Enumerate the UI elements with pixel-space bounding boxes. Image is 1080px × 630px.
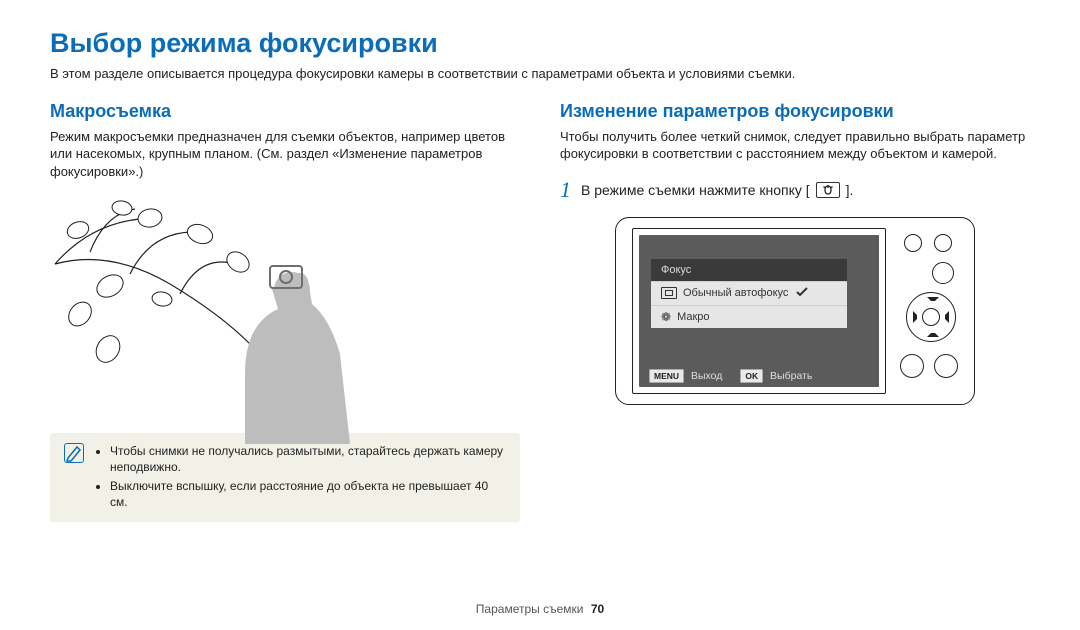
page-number: 70 (591, 602, 604, 616)
step-1: 1 В режиме съемки нажмите кнопку [ ]. (560, 177, 1030, 203)
screen-bg: Фокус Обычный автофокус ❁ (639, 235, 879, 387)
macro-illustration (50, 194, 520, 409)
step-number: 1 (560, 177, 571, 203)
macro-button-icon (816, 182, 840, 198)
focus-menu: Фокус Обычный автофокус ❁ (651, 259, 847, 328)
dpad-down-icon (927, 329, 939, 337)
menu-item-auto: Обычный автофокус (651, 281, 847, 305)
dpad-center (922, 308, 940, 326)
col-right: Изменение параметров фокусировки Чтобы п… (560, 101, 1030, 522)
camera-illustration: Фокус Обычный автофокус ❁ (560, 217, 1030, 405)
note-item: Выключите вспышку, если расстояние до об… (110, 478, 506, 510)
page-footer: Параметры съемки 70 (0, 602, 1080, 616)
heading-focus-params: Изменение параметров фокусировки (560, 101, 1030, 122)
person-silhouette-icon (200, 264, 360, 444)
footer-exit: MENU Выход (649, 370, 722, 382)
intro-text: В этом разделе описывается процедура фок… (50, 65, 1030, 83)
control-button (904, 234, 922, 252)
footer-select: OK Выбрать (740, 370, 812, 382)
control-button (934, 234, 952, 252)
macro-icon: ❁ (661, 311, 671, 323)
page-title: Выбор режима фокусировки (50, 28, 1030, 59)
screen-footer: MENU Выход OK Выбрать (639, 365, 879, 387)
menu-item-macro: ❁ Макро (651, 305, 847, 328)
step-text-before: В режиме съемки нажмите кнопку [ (581, 182, 810, 198)
check-icon (796, 287, 808, 300)
menu-item-label: Макро (677, 311, 709, 323)
footer-section-label: Параметры съемки (476, 602, 584, 616)
focus-body: Чтобы получить более четкий снимок, след… (560, 128, 1030, 163)
macro-body: Режим макросъемки предназначен для съемк… (50, 128, 520, 181)
camera-screen: Фокус Обычный автофокус ❁ (632, 228, 886, 394)
menu-title: Фокус (651, 259, 847, 281)
footer-exit-label: Выход (691, 370, 722, 382)
heading-macro: Макросъемка (50, 101, 520, 122)
footer-select-label: Выбрать (770, 370, 812, 382)
dpad-right-icon (941, 311, 949, 323)
control-button (932, 262, 954, 284)
note-item: Чтобы снимки не получались размытыми, ст… (110, 443, 506, 475)
ok-tag: OK (740, 369, 763, 383)
dpad (906, 292, 956, 342)
step-text-after: ]. (846, 182, 854, 198)
menu-item-label: Обычный автофокус (683, 287, 788, 299)
dpad-left-icon (913, 311, 921, 323)
autofocus-icon (661, 287, 677, 299)
note-box: Чтобы снимки не получались размытыми, ст… (50, 433, 520, 522)
note-list: Чтобы снимки не получались размытыми, ст… (110, 443, 506, 512)
control-button (900, 354, 924, 378)
note-icon (64, 443, 84, 463)
page: Выбор режима фокусировки В этом разделе … (0, 0, 1080, 630)
control-button (934, 354, 958, 378)
camera-body: Фокус Обычный автофокус ❁ (615, 217, 975, 405)
dpad-up-icon (927, 297, 939, 305)
col-left: Макросъемка Режим макросъемки предназнач… (50, 101, 520, 522)
columns: Макросъемка Режим макросъемки предназнач… (50, 101, 1030, 522)
camera-controls (898, 228, 960, 394)
menu-tag: MENU (649, 369, 684, 383)
